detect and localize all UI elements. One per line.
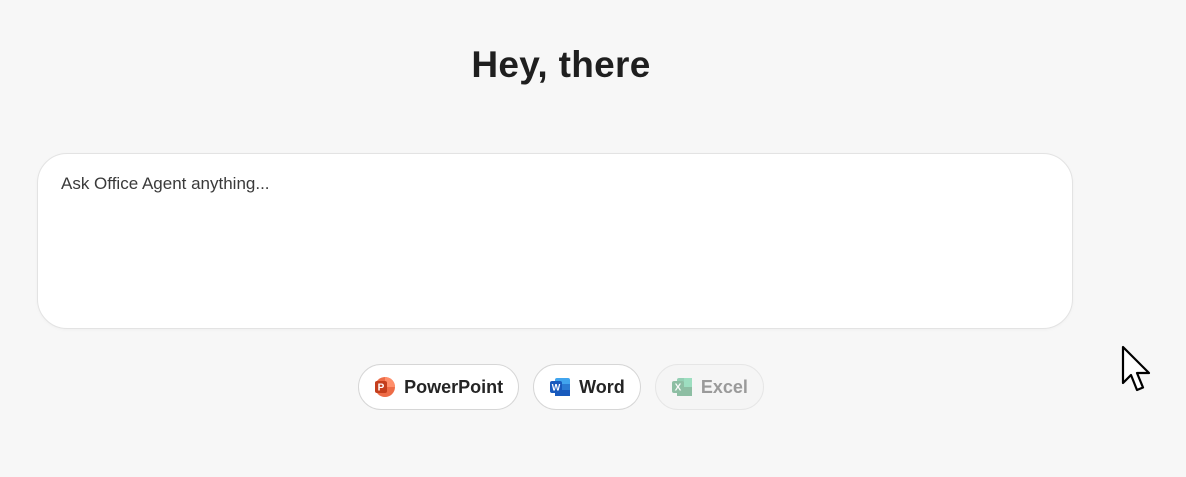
word-button[interactable]: W Word	[533, 364, 641, 410]
prompt-box[interactable]	[37, 153, 1073, 329]
svg-text:W: W	[552, 383, 561, 393]
excel-label: Excel	[700, 376, 748, 397]
mouse-cursor-icon	[1121, 345, 1153, 400]
powerpoint-button[interactable]: P PowerPoint	[358, 364, 520, 410]
svg-text:X: X	[674, 383, 681, 394]
powerpoint-icon: P	[374, 376, 396, 398]
word-icon: W	[549, 376, 571, 398]
svg-text:P: P	[378, 383, 385, 394]
office-agent-home: Hey, there P PowerPoint	[0, 0, 1186, 477]
word-label: Word	[579, 376, 625, 397]
app-selector: P PowerPoint W Word X Excel	[0, 364, 1122, 410]
powerpoint-label: PowerPoint	[404, 376, 504, 397]
excel-button[interactable]: X Excel	[654, 364, 764, 410]
prompt-input[interactable]	[61, 174, 1041, 304]
greeting-heading: Hey, there	[471, 44, 651, 85]
excel-icon: X	[671, 376, 693, 398]
